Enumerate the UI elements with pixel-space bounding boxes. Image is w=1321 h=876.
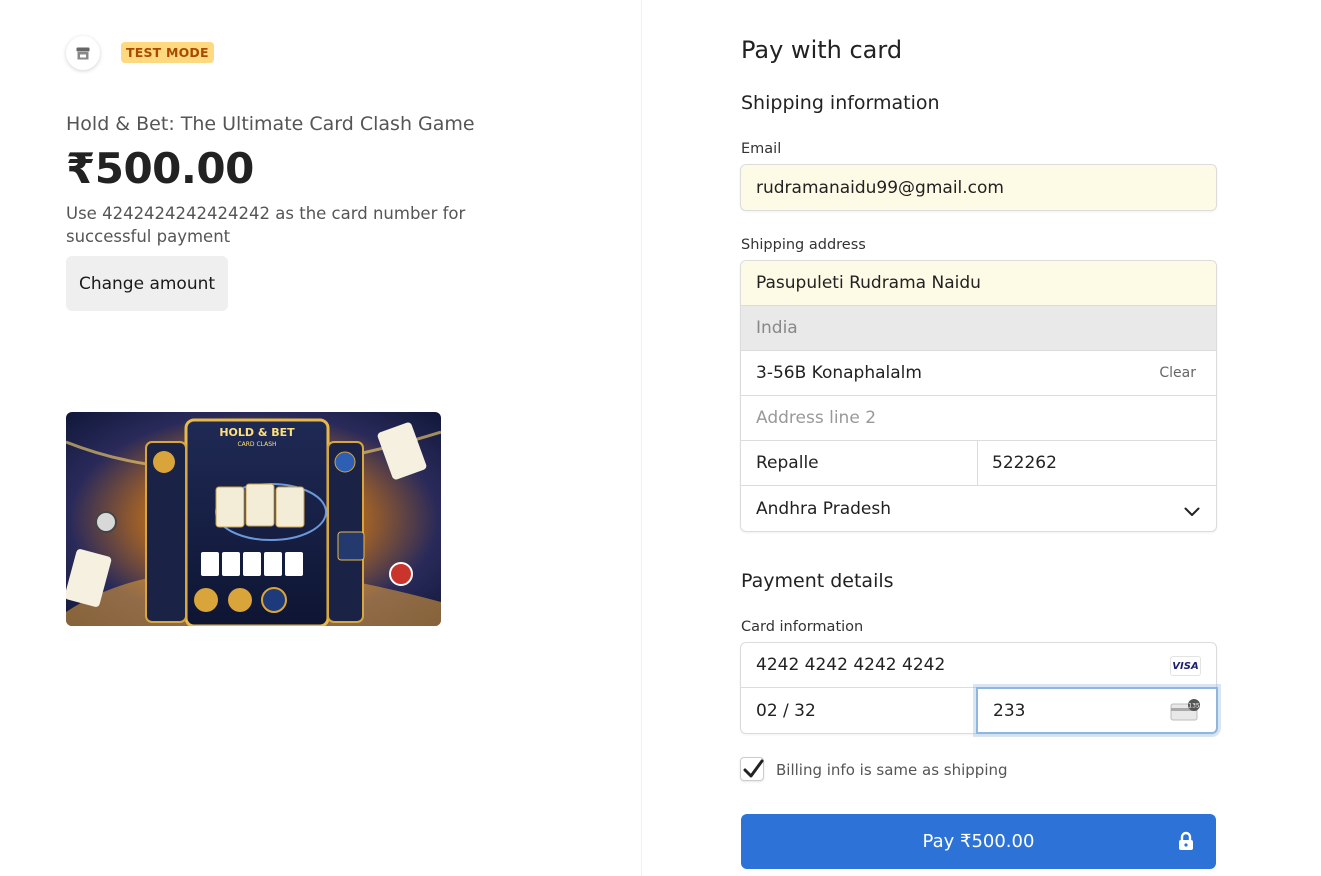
shipping-address-label: Shipping address bbox=[741, 237, 866, 253]
store-icon[interactable] bbox=[66, 36, 100, 70]
test-mode-badge: TEST MODE bbox=[121, 42, 214, 63]
full-name-field[interactable]: Pasupuleti Rudrama Naidu bbox=[741, 261, 1216, 306]
address-line1-field[interactable]: 3-56B Konaphalalm Clear bbox=[741, 351, 1216, 396]
product-image: HOLD & BET CARD CLASH bbox=[66, 412, 441, 626]
country-field[interactable]: India bbox=[741, 306, 1216, 351]
address-line2-field[interactable]: Address line 2 bbox=[741, 396, 1216, 441]
email-value[interactable]: rudramanaidu99@gmail.com bbox=[741, 165, 1216, 210]
checkmark-icon bbox=[743, 759, 764, 778]
card-info-group: 4242 4242 4242 4242 VISA 02 / 32 233 135 bbox=[740, 642, 1218, 734]
product-name: Hold & Bet: The Ultimate Card Clash Game bbox=[66, 113, 475, 135]
cvc-field[interactable]: 233 135 bbox=[976, 687, 1218, 734]
change-amount-button[interactable]: Change amount bbox=[66, 256, 228, 311]
card-info-label: Card information bbox=[741, 619, 864, 635]
visa-icon: VISA bbox=[1170, 656, 1201, 676]
product-price: ₹500.00 bbox=[66, 144, 254, 193]
state-value: Andhra Pradesh bbox=[756, 498, 892, 519]
email-label: Email bbox=[741, 141, 782, 157]
shipping-heading: Shipping information bbox=[741, 92, 940, 114]
pay-button-label: Pay ₹500.00 bbox=[922, 831, 1035, 852]
billing-same-label[interactable]: Billing info is same as shipping bbox=[776, 761, 1008, 779]
clear-address-button[interactable]: Clear bbox=[1159, 365, 1196, 381]
state-select[interactable]: Andhra Pradesh bbox=[741, 486, 1216, 531]
expiry-field[interactable]: 02 / 32 bbox=[741, 688, 978, 733]
shipping-address-group: Pasupuleti Rudrama Naidu India 3-56B Kon… bbox=[740, 260, 1217, 532]
order-summary-panel: TEST MODE Hold & Bet: The Ultimate Card … bbox=[0, 0, 641, 876]
test-card-hint: Use 4242424242424242 as the card number … bbox=[66, 204, 466, 246]
payment-heading: Payment details bbox=[741, 570, 894, 592]
city-field[interactable]: Repalle bbox=[741, 441, 978, 486]
chevron-down-icon bbox=[1184, 502, 1200, 522]
address-line1-value: 3-56B Konaphalalm bbox=[756, 363, 922, 383]
image-title: HOLD & BET bbox=[219, 426, 295, 439]
cvc-value: 233 bbox=[993, 700, 1026, 721]
svg-text:135: 135 bbox=[1188, 703, 1200, 710]
billing-same-checkbox[interactable] bbox=[740, 757, 764, 781]
image-subtitle: CARD CLASH bbox=[237, 441, 276, 448]
pay-with-card-title: Pay with card bbox=[741, 36, 903, 64]
pin-field[interactable]: 522262 bbox=[977, 441, 1216, 486]
payment-form-panel: Pay with card Shipping information Email… bbox=[642, 0, 1321, 876]
email-field[interactable]: rudramanaidu99@gmail.com bbox=[740, 164, 1217, 211]
card-number-field[interactable]: 4242 4242 4242 4242 VISA bbox=[741, 643, 1216, 688]
lock-icon bbox=[1178, 831, 1194, 856]
card-number-value: 4242 4242 4242 4242 bbox=[756, 655, 946, 675]
address-line2-placeholder: Address line 2 bbox=[756, 408, 877, 428]
pay-button[interactable]: Pay ₹500.00 bbox=[741, 814, 1216, 869]
cvc-card-icon: 135 bbox=[1170, 699, 1202, 726]
